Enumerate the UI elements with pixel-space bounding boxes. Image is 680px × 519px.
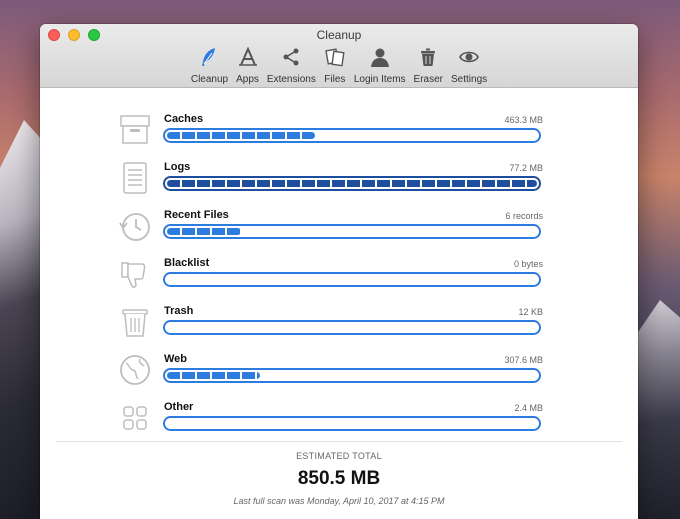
category-size: 463.3 MB <box>504 115 543 125</box>
files-icon <box>325 48 345 67</box>
category-size: 2.4 MB <box>514 403 543 413</box>
trash-icon <box>421 48 436 66</box>
estimated-total-value: 850.5 MB <box>297 468 381 489</box>
progress-fill <box>167 228 241 235</box>
progress-fill <box>167 180 537 187</box>
category-name: Other <box>164 401 194 413</box>
trash-bin-icon <box>116 303 154 341</box>
category-blacklist[interactable]: Blacklist 0 bytes <box>116 253 544 297</box>
window-title: Cleanup <box>316 28 362 42</box>
logs-icon <box>116 159 154 197</box>
progress-bar <box>163 320 541 335</box>
title-bar: Cleanup Cleanup Apps Extensions Files Lo… <box>40 24 638 88</box>
toolbar-extensions[interactable]: Extensions <box>264 46 319 85</box>
progress-bar <box>163 272 541 287</box>
category-size: 0 bytes <box>513 259 543 269</box>
category-size: 307.6 MB <box>504 355 543 365</box>
feather-icon <box>202 48 216 66</box>
progress-bar <box>163 176 541 191</box>
thumbs-down-icon <box>116 255 154 293</box>
category-size: 12 KB <box>518 307 543 317</box>
progress-bar <box>163 416 541 431</box>
cache-box-icon <box>116 111 154 149</box>
category-name: Recent Files <box>164 209 229 221</box>
estimated-total-label: ESTIMATED TOTAL <box>296 451 382 461</box>
category-recent-files[interactable]: Recent Files 6 records <box>116 205 544 249</box>
progress-fill <box>167 132 315 139</box>
category-web[interactable]: Web 307.6 MB <box>116 349 544 393</box>
share-icon <box>283 48 299 66</box>
toolbar-label: Apps <box>236 74 259 85</box>
toolbar-label: Files <box>324 74 346 85</box>
divider <box>56 441 622 442</box>
category-trash[interactable]: Trash 12 KB <box>116 301 544 345</box>
category-size: 77.2 MB <box>509 163 543 173</box>
toolbar-label: Cleanup <box>190 74 229 85</box>
category-name: Trash <box>164 305 194 317</box>
category-other[interactable]: Other 2.4 MB <box>116 397 544 441</box>
progress-bar <box>163 224 541 239</box>
toolbar-login-items[interactable]: Login Items <box>351 46 409 85</box>
app-window: Cleanup Cleanup Apps Extensions Files Lo… <box>40 24 638 519</box>
toolbar-label: Extensions <box>266 74 316 85</box>
toolbar-label: Settings <box>451 74 488 85</box>
toolbar-cleanup[interactable]: Cleanup <box>188 46 231 85</box>
progress-fill <box>167 372 260 379</box>
category-caches[interactable]: Caches 463.3 MB <box>116 109 544 153</box>
category-name: Caches <box>164 113 204 125</box>
progress-bar <box>163 368 541 383</box>
toolbar-eraser[interactable]: Eraser <box>411 46 446 85</box>
category-size: 6 records <box>505 211 543 221</box>
last-scan-text: Last full scan was Monday, April 10, 201… <box>233 496 445 506</box>
grid-icon <box>116 399 154 437</box>
progress-bar <box>163 128 541 143</box>
eye-icon <box>459 51 479 63</box>
toolbar-files[interactable]: Files <box>321 46 349 85</box>
user-icon <box>370 48 389 67</box>
toolbar-settings[interactable]: Settings <box>448 46 490 85</box>
globe-icon <box>116 351 154 389</box>
category-name: Web <box>164 353 188 365</box>
toolbar-label: Eraser <box>413 74 443 85</box>
category-logs[interactable]: Logs 77.2 MB <box>116 157 544 201</box>
toolbar-label: Login Items <box>353 74 406 85</box>
apps-icon <box>238 46 257 66</box>
history-clock-icon <box>116 207 154 245</box>
category-name: Logs <box>164 161 191 173</box>
toolbar-apps[interactable]: Apps <box>233 46 262 85</box>
category-name: Blacklist <box>164 257 210 269</box>
toolbar: Cleanup Apps Extensions Files Login Item… <box>40 46 638 85</box>
